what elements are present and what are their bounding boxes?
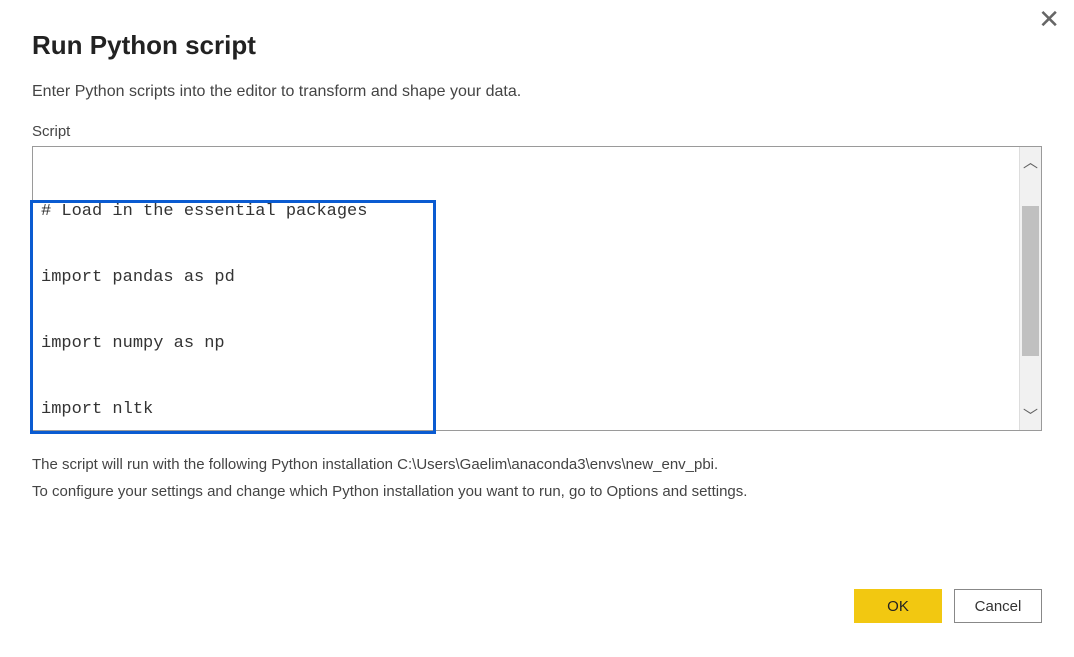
- scroll-up-icon[interactable]: ︿: [1023, 147, 1038, 176]
- dialog-content: Run Python script Enter Python scripts i…: [0, 0, 1074, 525]
- info-configure-hint: To configure your settings and change wh…: [32, 478, 1042, 505]
- code-line: import numpy as np: [41, 333, 1011, 355]
- code-line: import pandas as pd: [41, 267, 1011, 289]
- ok-button[interactable]: OK: [854, 589, 942, 623]
- dialog-subtitle: Enter Python scripts into the editor to …: [32, 83, 1042, 101]
- scroll-track[interactable]: [1020, 176, 1041, 401]
- close-icon[interactable]: ✕: [1038, 6, 1060, 32]
- code-line: # Load in the essential packages: [41, 201, 1011, 223]
- code-line: import nltk: [41, 399, 1011, 421]
- dialog-buttons: OK Cancel: [854, 589, 1042, 623]
- info-text: The script will run with the following P…: [32, 451, 1042, 505]
- dialog-title: Run Python script: [32, 30, 1042, 61]
- script-label: Script: [32, 123, 1042, 140]
- info-install-path: The script will run with the following P…: [32, 451, 1042, 478]
- scroll-down-icon[interactable]: ﹀: [1023, 401, 1038, 430]
- cancel-button[interactable]: Cancel: [954, 589, 1042, 623]
- script-editor[interactable]: # Load in the essential packages import …: [32, 146, 1042, 431]
- scroll-thumb[interactable]: [1022, 206, 1039, 356]
- editor-scrollbar[interactable]: ︿ ﹀: [1019, 147, 1041, 430]
- script-editor-text[interactable]: # Load in the essential packages import …: [33, 147, 1019, 430]
